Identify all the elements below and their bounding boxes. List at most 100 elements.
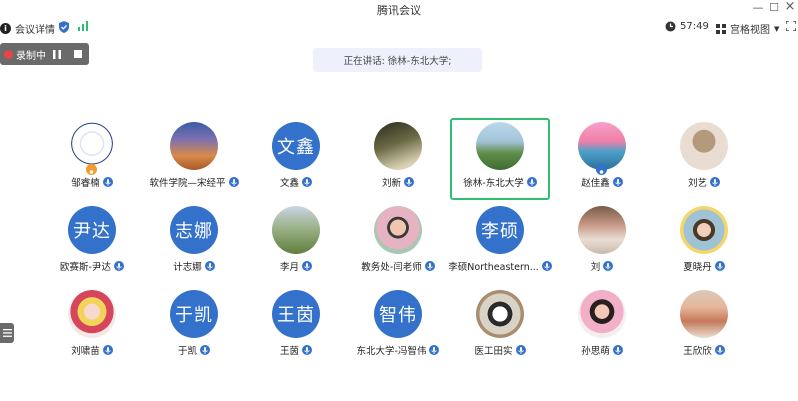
participant-tile[interactable]: 徐林-东北大学 xyxy=(450,118,550,200)
participant-name: 于凯 xyxy=(177,346,197,357)
participant-tile[interactable]: 医工田实 xyxy=(450,286,550,368)
avatar: 王茵 xyxy=(272,290,320,338)
fullscreen-icon[interactable] xyxy=(786,21,796,31)
chevron-down-icon: ▼ xyxy=(774,24,780,33)
avatar-photo xyxy=(374,206,422,254)
grid-view-icon xyxy=(716,23,726,34)
participant-name-row: 孙思萌 xyxy=(552,343,652,357)
security-button[interactable] xyxy=(59,21,69,33)
participant-name-row: 夏晓丹 xyxy=(654,259,754,273)
participant-name-row: 于凯 xyxy=(144,343,244,357)
participant-name: 东北大学-冯智伟 xyxy=(356,346,427,357)
participant-tile[interactable]: 邹睿楠 xyxy=(42,118,142,200)
participant-name: 软件学院—宋经平 xyxy=(149,178,226,189)
participant-name-row: 王茵 xyxy=(246,343,346,357)
view-mode-button[interactable]: 宫格视图 ▼ xyxy=(716,21,779,36)
participant-name-row: 李月 xyxy=(246,259,346,273)
view-mode-label: 宫格视图 xyxy=(730,25,770,36)
participant-tile[interactable]: 文鑫 文鑫 xyxy=(246,118,346,200)
network-signal-icon[interactable] xyxy=(78,21,88,31)
mic-icon xyxy=(515,345,526,355)
participant-name: 教务处-闫老师 xyxy=(361,262,422,273)
participant-tile[interactable]: 王茵 王茵 xyxy=(246,286,346,368)
avatar-photo xyxy=(272,206,320,254)
avatar: 志娜 xyxy=(170,206,218,254)
participant-name: 徐林-东北大学 xyxy=(463,178,524,189)
participant-tile[interactable]: 刘啸苗 xyxy=(42,286,142,368)
participant-tile[interactable]: 刘艺 xyxy=(654,118,754,200)
mic-icon xyxy=(541,261,552,271)
participant-name-row: 东北大学-冯智伟 xyxy=(348,343,448,357)
mic-icon xyxy=(302,177,312,187)
participant-name: 刘新 xyxy=(381,178,401,189)
speaking-indicator: 正在讲话: 徐林-东北大学; xyxy=(313,48,482,72)
meeting-toolbar: i 会议详情 57:49 宫格视图 ▼ xyxy=(0,18,798,38)
minimize-icon[interactable]: — xyxy=(751,1,765,14)
mic-icon xyxy=(404,177,414,187)
avatar-photo xyxy=(680,122,728,170)
pause-recording-button[interactable] xyxy=(47,43,68,65)
participant-tile[interactable]: 刘 xyxy=(552,202,652,284)
mic-icon xyxy=(302,261,312,271)
participant-tile[interactable]: 志娜 计志娜 xyxy=(144,202,244,284)
meeting-info-button[interactable]: i 会议详情 xyxy=(0,21,55,36)
participant-name: 文鑫 xyxy=(279,178,299,189)
participant-tile[interactable]: 赵佳鑫 xyxy=(552,118,652,200)
avatar-photo xyxy=(68,122,116,170)
participant-name-row: 教务处-闫老师 xyxy=(348,259,448,273)
host-badge-icon xyxy=(596,164,607,177)
participant-tile[interactable]: 孙思萌 xyxy=(552,286,652,368)
mic-icon xyxy=(714,345,725,355)
participant-tile[interactable]: 于凯 于凯 xyxy=(144,286,244,368)
close-icon[interactable]: × xyxy=(783,0,797,14)
participant-tile[interactable]: 王欣欣 xyxy=(654,286,754,368)
participant-name-row: 王欣欣 xyxy=(654,343,754,357)
avatar-photo xyxy=(578,290,626,338)
mic-icon xyxy=(526,177,537,187)
participant-name: 赵佳鑫 xyxy=(581,178,610,189)
participant-tile[interactable]: 教务处-闫老师 xyxy=(348,202,448,284)
participant-name: 王欣欣 xyxy=(683,346,712,357)
recording-label: 录制中 xyxy=(16,50,46,62)
mic-icon xyxy=(603,261,614,271)
participant-tile[interactable]: 软件学院—宋经平 xyxy=(144,118,244,200)
side-panel-toggle[interactable] xyxy=(0,323,14,343)
avatar-photo xyxy=(476,122,524,170)
mic-icon xyxy=(204,261,215,271)
participant-name: 刘啸苗 xyxy=(71,346,100,357)
mic-icon xyxy=(200,345,210,355)
avatar-photo xyxy=(680,290,728,338)
participant-name: 刘艺 xyxy=(687,178,707,189)
avatar-photo xyxy=(476,290,524,338)
stop-recording-button[interactable] xyxy=(68,43,89,65)
avatar: 智伟 xyxy=(374,290,422,338)
mic-icon xyxy=(710,177,720,187)
participant-name-row: 刘 xyxy=(552,259,652,273)
participant-name-row: 邹睿楠 xyxy=(42,175,142,189)
participant-tile[interactable]: 尹达 欧赛斯-尹达 xyxy=(42,202,142,284)
host-badge-icon xyxy=(86,164,97,177)
participant-name: 刘 xyxy=(590,262,601,273)
mic-icon xyxy=(612,177,623,187)
mic-icon xyxy=(302,345,312,355)
mic-icon xyxy=(429,345,440,355)
participant-tile[interactable]: 夏晓丹 xyxy=(654,202,754,284)
participant-name: 邹睿楠 xyxy=(71,178,100,189)
avatar-photo xyxy=(578,206,626,254)
participant-tile[interactable]: 李月 xyxy=(246,202,346,284)
window-title: 腾讯会议 xyxy=(377,4,421,17)
recording-controls: 录制中 xyxy=(0,43,89,65)
participant-name-row: 软件学院—宋经平 xyxy=(144,175,244,189)
mic-icon xyxy=(228,177,239,187)
participant-tile[interactable]: 李硕 李硕Northeastern... xyxy=(448,202,552,284)
participant-name: 王茵 xyxy=(279,346,299,357)
title-bar: 腾讯会议 — ☐ × xyxy=(0,0,798,18)
mic-icon xyxy=(424,261,435,271)
participant-name-row: 计志娜 xyxy=(144,259,244,273)
meeting-info-label: 会议详情 xyxy=(15,25,55,36)
participant-tile[interactable]: 智伟东北大学-冯智伟 xyxy=(348,286,448,368)
avatar-photo xyxy=(374,122,422,170)
stop-icon xyxy=(74,50,83,58)
maximize-icon[interactable]: ☐ xyxy=(767,1,781,14)
participant-tile[interactable]: 刘新 xyxy=(348,118,448,200)
